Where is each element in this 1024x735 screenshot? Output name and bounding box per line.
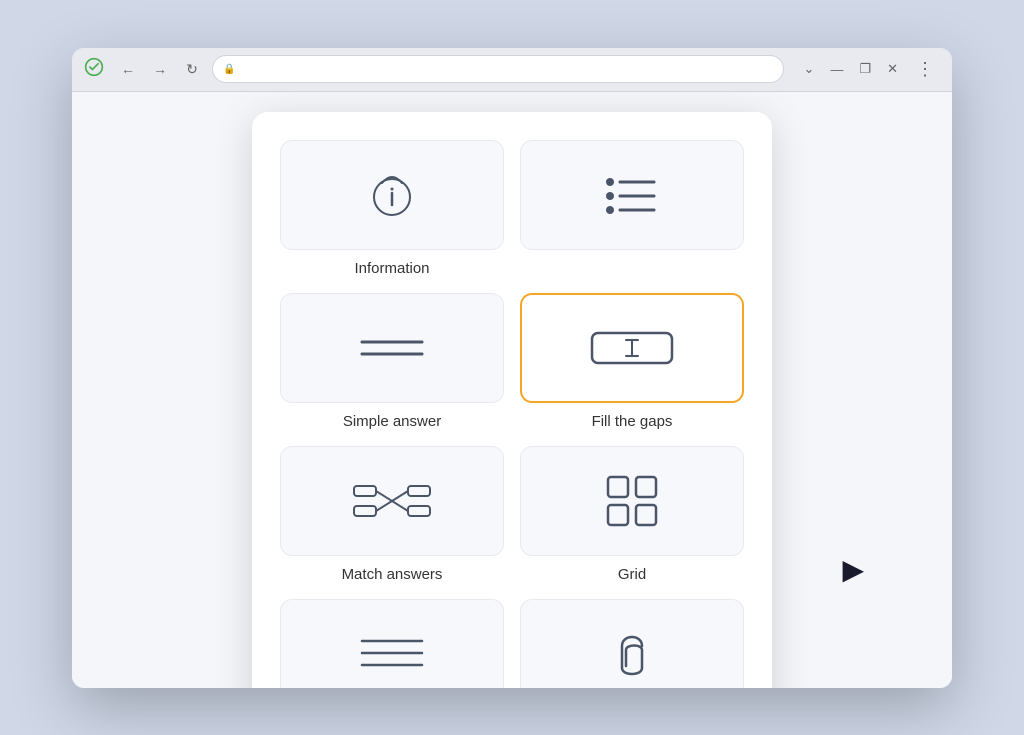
grid-icon <box>602 471 662 531</box>
chevron-button[interactable]: ⌄ <box>800 59 819 79</box>
fill-gaps-card[interactable] <box>520 293 744 403</box>
browser-content: Information <box>72 92 952 688</box>
mouse-cursor: ▶ <box>842 553 864 586</box>
text-icon <box>357 629 427 679</box>
browser-window: ← → ↻ 🔒 ⌄ — ❐ ✕ ⋮ <box>72 48 952 688</box>
forward-button[interactable]: → <box>148 57 172 81</box>
simple-answer-label: Simple answer <box>343 413 441 430</box>
minimize-button[interactable]: — <box>826 60 847 79</box>
item-type-popup: Information <box>252 112 772 688</box>
information-icon <box>364 167 420 223</box>
attachment-icon <box>607 624 657 684</box>
list-card[interactable] <box>520 140 744 250</box>
back-button[interactable]: ← <box>116 57 140 81</box>
text-item[interactable] <box>280 599 504 688</box>
browser-titlebar: ← → ↻ 🔒 ⌄ — ❐ ✕ ⋮ <box>72 48 952 92</box>
list-icon <box>602 170 662 220</box>
fill-gaps-icon <box>582 318 682 378</box>
more-options-button[interactable]: ⋮ <box>910 57 940 82</box>
fill-gaps-label: Fill the gaps <box>592 413 673 430</box>
information-label: Information <box>354 260 429 277</box>
match-answers-label: Match answers <box>342 566 443 583</box>
attachment-item[interactable] <box>520 599 744 688</box>
refresh-button[interactable]: ↻ <box>180 57 204 81</box>
information-item[interactable]: Information <box>280 140 504 277</box>
item-type-grid: Information <box>280 140 744 688</box>
match-answers-card[interactable] <box>280 446 504 556</box>
app-logo <box>84 57 108 82</box>
simple-answer-item[interactable]: Simple answer <box>280 293 504 430</box>
attachment-card[interactable] <box>520 599 744 688</box>
grid-item-card[interactable]: Grid <box>520 446 744 583</box>
text-card[interactable] <box>280 599 504 688</box>
simple-answer-icon <box>357 328 427 368</box>
grid-card[interactable] <box>520 446 744 556</box>
list-item[interactable] <box>520 140 744 277</box>
restore-button[interactable]: ❐ <box>855 59 875 79</box>
match-answers-item[interactable]: Match answers <box>280 446 504 583</box>
fill-gaps-item[interactable]: Fill the gaps <box>520 293 744 430</box>
match-answers-icon <box>352 476 432 526</box>
window-controls: ⌄ — ❐ ✕ <box>800 59 902 79</box>
grid-label: Grid <box>618 566 646 583</box>
simple-answer-card[interactable] <box>280 293 504 403</box>
close-button[interactable]: ✕ <box>883 59 902 79</box>
address-bar[interactable]: 🔒 <box>212 55 784 83</box>
lock-icon: 🔒 <box>223 64 235 75</box>
information-card[interactable] <box>280 140 504 250</box>
